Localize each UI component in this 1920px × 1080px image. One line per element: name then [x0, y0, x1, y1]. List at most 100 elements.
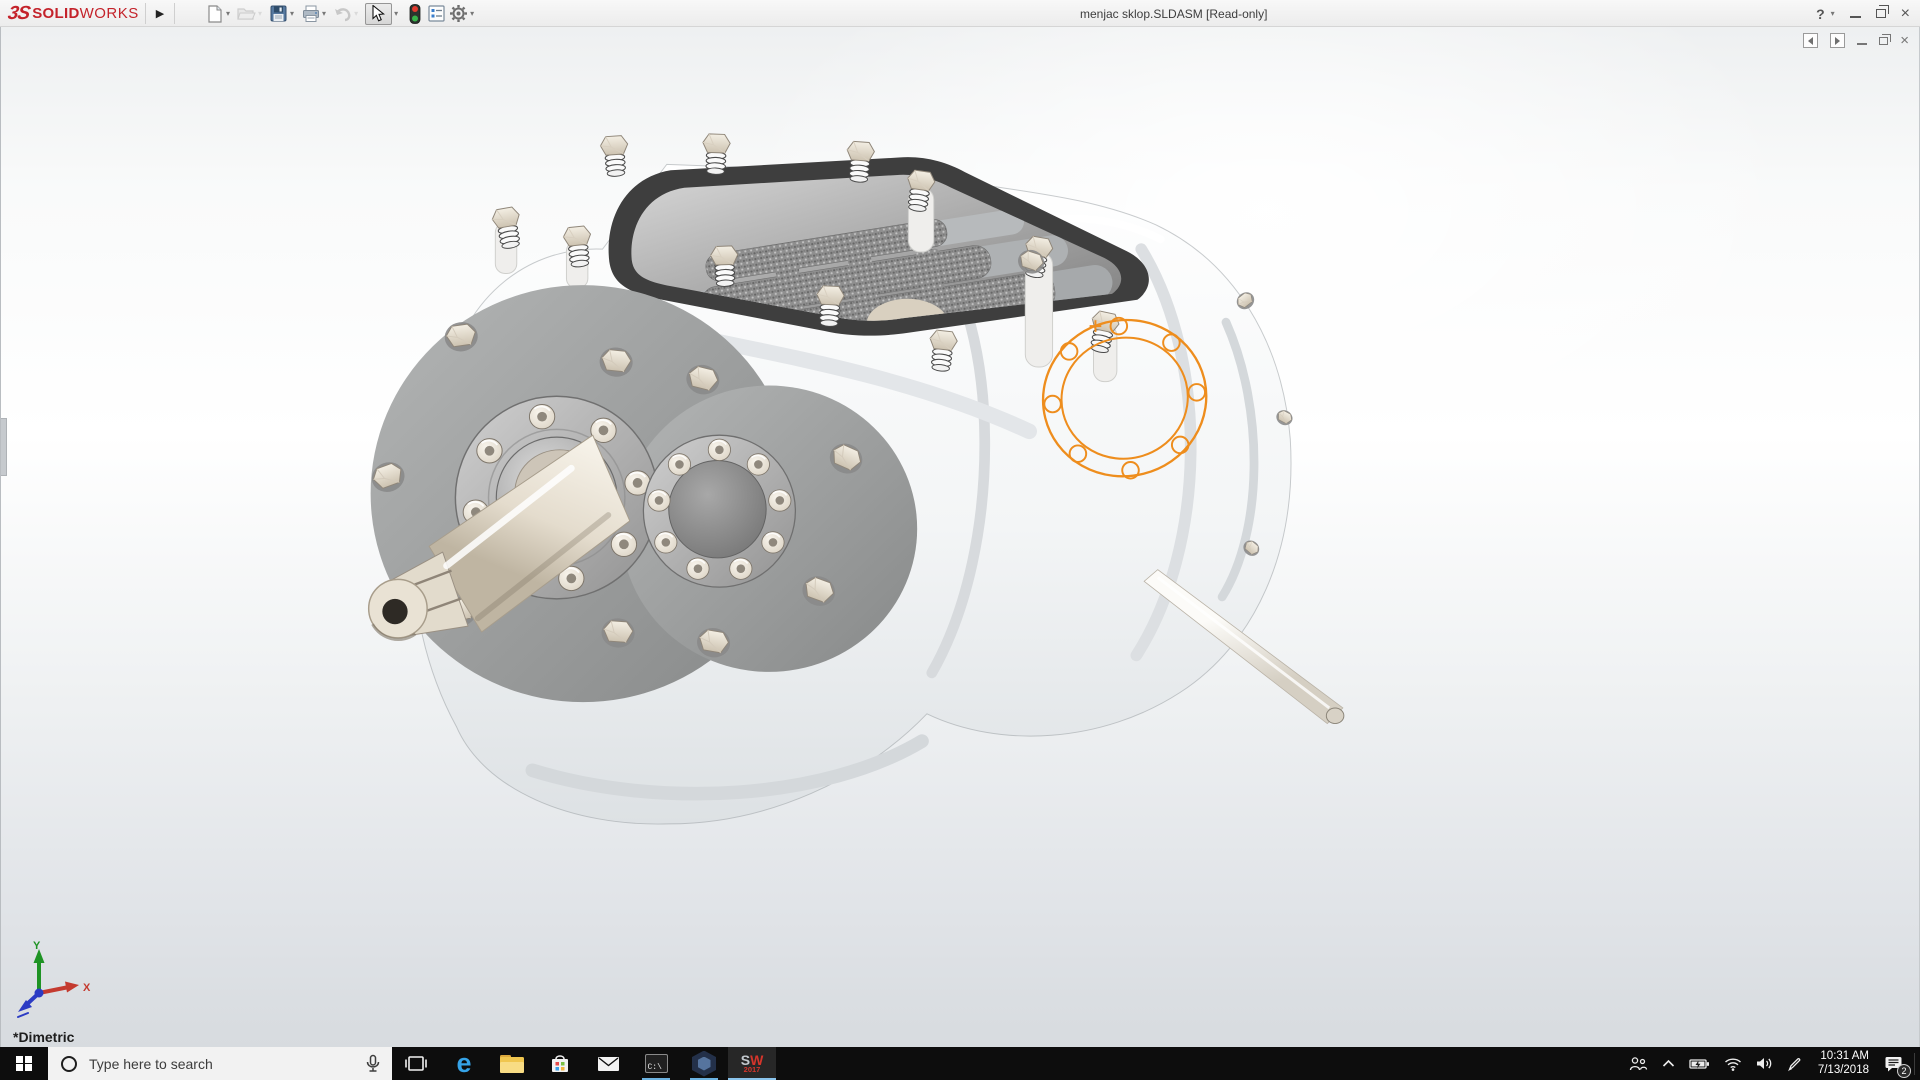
menu-flyout-arrow-icon[interactable]: ▶	[152, 5, 168, 22]
doc-minimize-button[interactable]	[1857, 43, 1867, 45]
open-icon	[237, 4, 256, 23]
show-desktop-button[interactable]	[1915, 1047, 1920, 1080]
action-center-button[interactable]: 2	[1877, 1047, 1910, 1080]
chevron-up-icon	[1662, 1059, 1675, 1068]
options-dropdown[interactable]: ▾	[470, 9, 474, 18]
task-view-icon	[405, 1055, 427, 1072]
right-arrow-icon	[1835, 37, 1840, 45]
collapsed-panel-tab[interactable]	[1, 418, 7, 476]
taskbar-app-command-prompt[interactable]: C:\	[632, 1047, 680, 1080]
taskbar-app-microsoft-store[interactable]	[536, 1047, 584, 1080]
start-button[interactable]	[0, 1047, 48, 1080]
print-button[interactable]: ▾	[301, 4, 330, 23]
battery-charging-icon	[1689, 1057, 1710, 1071]
select-button[interactable]: ▾	[365, 3, 402, 25]
brand-works-text: WORKS	[80, 5, 139, 22]
taskbar-app-solidworks[interactable]: SW 2017	[728, 1047, 776, 1080]
save-icon	[269, 4, 288, 23]
new-document-icon	[205, 4, 224, 23]
undo-icon	[333, 4, 352, 23]
command-prompt-icon: C:\	[645, 1054, 668, 1073]
next-pane-button[interactable]	[1830, 33, 1845, 48]
search-input[interactable]	[87, 1055, 327, 1073]
restore-button[interactable]	[1876, 9, 1886, 18]
network-button[interactable]	[1717, 1047, 1749, 1080]
previous-pane-button[interactable]	[1803, 33, 1818, 48]
taskbar-app-mail[interactable]	[584, 1047, 632, 1080]
doc-close-button[interactable]: ×	[1900, 34, 1909, 48]
taskbar-app-task-view[interactable]	[392, 1047, 440, 1080]
main-toolbar: ▾ ▾ ▾ ▾	[205, 0, 481, 27]
screen: 3S SOLID WORKS ▶ ▾ ▾	[0, 0, 1920, 1080]
selection-stoplight-button[interactable]	[405, 4, 424, 23]
store-icon	[549, 1053, 571, 1075]
gearbox-model[interactable]	[1, 27, 1920, 1047]
brand-solid-text: SOLID	[32, 5, 79, 22]
people-button[interactable]	[1622, 1047, 1655, 1080]
battery-button[interactable]	[1682, 1047, 1717, 1080]
open-button[interactable]: ▾	[237, 4, 266, 23]
select-pressed-box	[365, 3, 392, 25]
triad-y-label: Y	[33, 940, 41, 952]
clock-time: 10:31 AM	[1820, 1050, 1869, 1064]
select-dropdown[interactable]: ▾	[394, 9, 398, 18]
windows-ink-button[interactable]	[1780, 1047, 1810, 1080]
mail-icon	[597, 1056, 620, 1072]
divider	[145, 3, 146, 24]
brand-swoosh-icon: 3S	[6, 3, 31, 25]
window-controls: ? ▾ ×	[1816, 0, 1910, 27]
triad-x-label: X	[83, 982, 91, 994]
help-button[interactable]: ?	[1816, 6, 1825, 22]
options-button[interactable]: ▾	[449, 4, 478, 23]
view-orientation-label: *Dimetric	[13, 1029, 74, 1045]
side-cover[interactable]	[643, 435, 795, 587]
undo-button[interactable]: ▾	[333, 4, 362, 23]
taskbar-clock[interactable]: 10:31 AM 7/13/2018	[1810, 1050, 1877, 1077]
minimize-button[interactable]	[1850, 16, 1861, 18]
document-window-controls: ×	[1803, 33, 1909, 48]
task-list-icon	[427, 4, 446, 23]
print-icon	[301, 4, 320, 23]
windows-logo-icon	[16, 1056, 32, 1072]
save-button[interactable]: ▾	[269, 4, 298, 23]
notification-badge: 2	[1897, 1064, 1911, 1078]
stoplight-icon	[405, 4, 424, 23]
wifi-icon	[1724, 1057, 1742, 1071]
new-document-dropdown[interactable]: ▾	[226, 9, 230, 18]
new-document-button[interactable]: ▾	[205, 4, 234, 23]
microphone-icon[interactable]	[364, 1054, 382, 1078]
file-explorer-icon	[500, 1055, 524, 1073]
people-icon	[1629, 1056, 1648, 1071]
search-box[interactable]	[48, 1047, 392, 1080]
taskbar-app-file-explorer[interactable]	[488, 1047, 536, 1080]
hexagon-app-icon	[692, 1051, 716, 1077]
graphics-viewport[interactable]: × *Dimetric Y X	[0, 27, 1920, 1047]
taskbar-app-hexagon[interactable]	[680, 1047, 728, 1080]
tray-overflow-button[interactable]	[1655, 1047, 1682, 1080]
print-dropdown[interactable]: ▾	[322, 9, 326, 18]
open-dropdown: ▾	[258, 9, 262, 18]
doc-restore-button[interactable]	[1879, 37, 1888, 45]
gear-icon	[449, 4, 468, 23]
taskbar-app-microsoft-edge[interactable]: e	[440, 1047, 488, 1080]
help-dropdown[interactable]: ▾	[1831, 9, 1835, 18]
task-pane-list-button[interactable]	[427, 4, 446, 23]
clock-date: 7/13/2018	[1818, 1064, 1869, 1078]
taskbar: e C:\ SW 2017	[0, 1047, 1920, 1080]
solidworks-app-icon: SW 2017	[741, 1054, 764, 1074]
window-title: menjac sklop.SLDASM [Read-only]	[1080, 0, 1267, 27]
divider	[174, 3, 175, 24]
cursor-arrow-icon	[372, 5, 385, 22]
speaker-icon	[1756, 1056, 1773, 1071]
undo-dropdown: ▾	[354, 9, 358, 18]
close-button[interactable]: ×	[1901, 6, 1910, 22]
system-tray: 10:31 AM 7/13/2018 2	[1622, 1047, 1920, 1080]
title-bar: 3S SOLID WORKS ▶ ▾ ▾	[0, 0, 1920, 27]
pen-icon	[1787, 1056, 1803, 1072]
reference-triad: Y X	[9, 939, 104, 1024]
left-arrow-icon	[1808, 37, 1813, 45]
edge-icon: e	[456, 1050, 471, 1077]
save-dropdown[interactable]: ▾	[290, 9, 294, 18]
volume-button[interactable]	[1749, 1047, 1780, 1080]
solidworks-logo: 3S SOLID WORKS ▶	[8, 0, 181, 27]
